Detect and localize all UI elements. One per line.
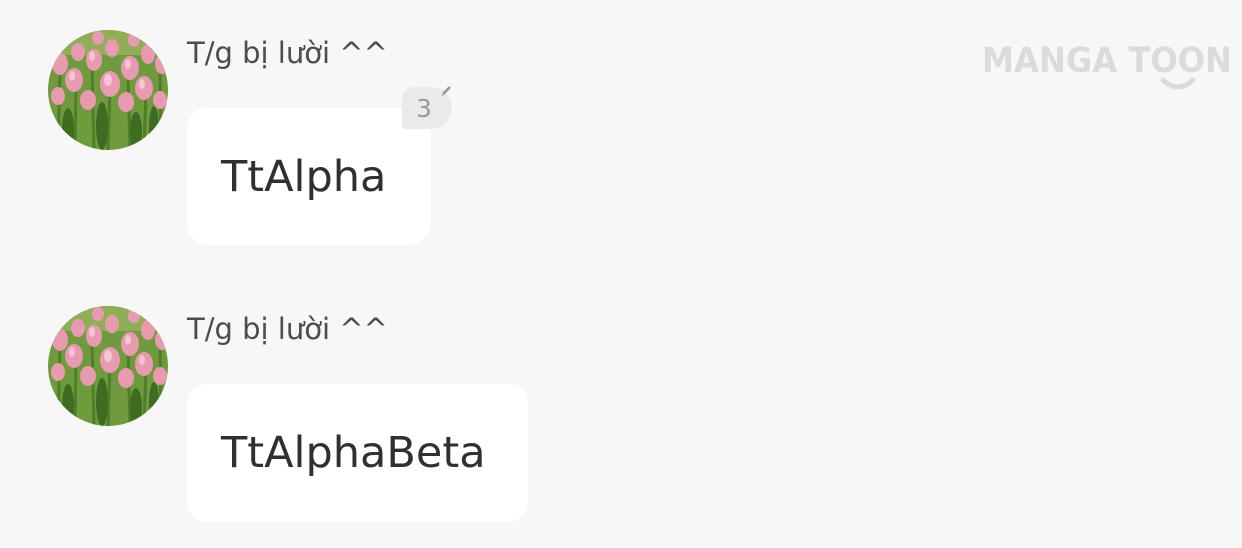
message-bubble[interactable]: TtAlpha [187,108,430,245]
author-name: T/g bị lười ^^ [187,36,388,70]
mangatoon-watermark-logo: MANGA TOON [982,41,1232,90]
chat-page: MANGA TOON T/g bị lười ^^ TtAlpha 3 T/g … [0,0,1242,548]
message-text: TtAlphaBeta [221,428,486,478]
tulip-field-avatar[interactable] [48,30,168,150]
comment-count: 3 [416,93,432,123]
author-name: T/g bị lười ^^ [187,312,388,346]
pen-icon [442,86,451,96]
message-bubble[interactable]: TtAlphaBeta [187,384,528,522]
tulip-field-avatar[interactable] [48,306,168,426]
comment-count-badge[interactable]: 3 [402,86,452,129]
message-text: TtAlpha [221,151,387,202]
svg-text:MANGA TOON: MANGA TOON [982,41,1232,81]
